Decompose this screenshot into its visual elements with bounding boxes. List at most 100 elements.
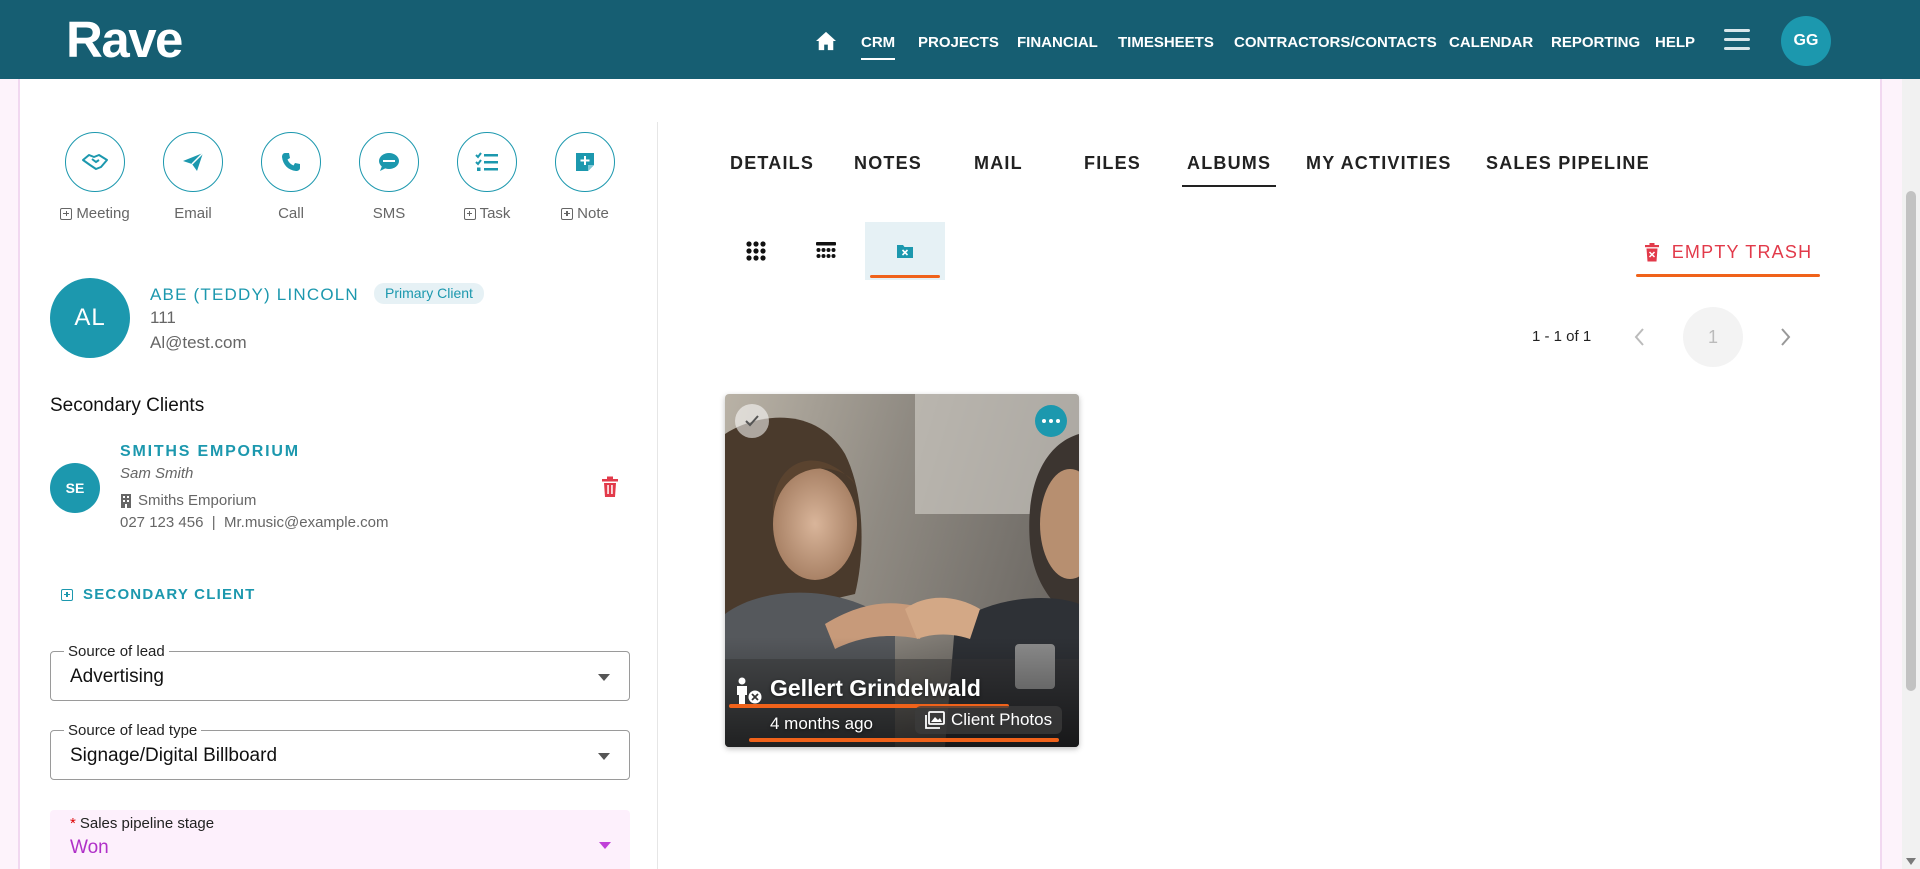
add-secondary-client-button[interactable]: SECONDARY CLIENT — [61, 586, 256, 603]
nav-projects[interactable]: PROJECTS — [918, 34, 999, 51]
album-tag-label: Client Photos — [951, 710, 1053, 729]
primary-client-badge: Primary Client — [374, 283, 484, 304]
nav-help[interactable]: HELP — [1655, 34, 1695, 51]
delete-secondary-client-icon[interactable] — [600, 476, 620, 498]
empty-trash-button[interactable]: EMPTY TRASH — [1636, 227, 1820, 277]
nav-contractors-contacts[interactable]: CONTRACTORS/CONTACTS — [1234, 34, 1437, 51]
sales-pipeline-stage-select[interactable]: * Sales pipeline stage Won — [50, 810, 630, 869]
chevron-left-icon[interactable] — [1630, 325, 1650, 349]
primary-client-phone: 111 — [150, 308, 176, 327]
tab-sales-pipeline[interactable]: SALES PIPELINE — [1486, 153, 1650, 174]
person-removed-icon — [737, 677, 762, 704]
sms-bubble-icon — [379, 153, 399, 171]
meeting-button[interactable] — [65, 132, 125, 192]
nav-reporting[interactable]: REPORTING — [1551, 34, 1640, 51]
call-label: Call — [278, 205, 304, 222]
checklist-icon — [475, 152, 498, 171]
meeting-label: Meeting — [76, 205, 130, 222]
tab-notes[interactable]: NOTES — [854, 153, 922, 174]
quick-action-note[interactable]: Note — [535, 132, 635, 222]
checkmark-icon — [745, 415, 759, 427]
hamburger-menu-icon[interactable] — [1724, 29, 1750, 51]
pagination-page[interactable]: 1 — [1683, 307, 1743, 367]
view-toggle-trash[interactable] — [865, 222, 945, 280]
quick-action-call[interactable]: Call — [241, 132, 341, 222]
album-date: 4 months ago — [770, 714, 874, 733]
call-button[interactable] — [261, 132, 321, 192]
source-of-lead-value: Advertising — [70, 666, 164, 687]
sales-pipeline-stage-label: * Sales pipeline stage — [66, 815, 218, 832]
album-card[interactable]: Gellert Grindelwald 4 months ago Client … — [725, 394, 1079, 747]
tab-mail[interactable]: MAIL — [974, 153, 1023, 174]
image-gallery-icon — [925, 711, 945, 729]
source-of-lead-type-label: Source of lead type — [64, 722, 202, 739]
sms-label: SMS — [372, 205, 406, 222]
building-icon — [121, 493, 131, 508]
secondary-client-contact: Sam Smith — [120, 465, 194, 482]
quick-action-sms[interactable]: SMS — [339, 132, 439, 222]
primary-client-name[interactable]: ABE (TEDDY) LINCOLN — [150, 285, 359, 305]
sales-pipeline-stage-label-text: Sales pipeline stage — [79, 815, 215, 832]
nav-timesheets[interactable]: TIMESHEETS — [1118, 34, 1214, 51]
sms-button[interactable] — [359, 132, 419, 192]
plus-square-icon — [561, 207, 574, 220]
scrollbar-thumb[interactable] — [1906, 191, 1916, 691]
grid-large-icon — [746, 241, 766, 261]
tab-my-activities[interactable]: MY ACTIVITIES — [1306, 153, 1452, 174]
secondary-client-name[interactable]: SMITHS EMPORIUM — [120, 443, 300, 461]
phone-icon — [282, 153, 300, 171]
secondary-client-company: Smiths Emporium — [120, 492, 256, 509]
quick-action-meeting[interactable]: Meeting — [45, 132, 145, 222]
select-album-checkbox[interactable] — [735, 404, 769, 438]
task-button[interactable] — [457, 132, 517, 192]
column-divider — [657, 122, 658, 869]
dropdown-caret-icon — [599, 842, 611, 849]
nav-calendar[interactable]: CALENDAR — [1449, 34, 1533, 51]
album-more-options-button[interactable] — [1035, 405, 1067, 437]
required-marker: * — [70, 815, 76, 832]
tab-albums[interactable]: ALBUMS — [1181, 153, 1277, 187]
task-label: Task — [479, 205, 511, 222]
paper-plane-icon — [183, 152, 204, 171]
view-toggle-list[interactable] — [786, 222, 866, 280]
trash-icon — [1644, 242, 1659, 261]
primary-client-avatar: AL — [50, 278, 130, 358]
note-plus-icon — [576, 153, 594, 171]
tab-details[interactable]: DETAILS — [730, 153, 814, 174]
empty-trash-label: EMPTY TRASH — [1671, 241, 1813, 262]
scroll-down-arrow[interactable] — [1906, 858, 1916, 865]
secondary-clients-title: Secondary Clients — [50, 395, 205, 416]
email-button[interactable] — [163, 132, 223, 192]
quick-action-email[interactable]: Email — [143, 132, 243, 222]
secondary-client-avatar: SE — [50, 463, 100, 513]
view-toggle-grid[interactable] — [716, 222, 796, 280]
album-title: Gellert Grindelwald — [770, 675, 981, 701]
page-scrollbar[interactable] — [1902, 79, 1920, 869]
dropdown-caret-icon — [598, 674, 610, 681]
note-button[interactable] — [555, 132, 615, 192]
nav-financial[interactable]: FINANCIAL — [1017, 34, 1098, 51]
source-of-lead-type-value: Signage/Digital Billboard — [70, 745, 278, 766]
source-of-lead-label: Source of lead — [64, 643, 169, 660]
secondary-client-email[interactable]: Mr.music@example.com — [224, 514, 388, 531]
note-label: Note — [577, 205, 609, 222]
quick-action-task[interactable]: Task — [437, 132, 537, 222]
app-logo[interactable]: Rave — [66, 10, 183, 69]
source-of-lead-type-select[interactable]: Source of lead type Signage/Digital Bill… — [50, 722, 630, 780]
trash-folder-icon — [897, 245, 913, 258]
plus-square-icon — [61, 588, 73, 601]
album-tag-chip: Client Photos — [915, 706, 1063, 734]
add-secondary-client-label: SECONDARY CLIENT — [83, 586, 256, 603]
chevron-right-icon[interactable] — [1775, 325, 1795, 349]
plus-square-icon — [463, 207, 476, 220]
tab-files[interactable]: FILES — [1084, 153, 1141, 174]
secondary-client-company-name: Smiths Emporium — [138, 492, 257, 509]
secondary-client-phone-email: 027 123 456 | Mr.music@example.com — [120, 514, 388, 531]
primary-client-email[interactable]: Al@test.com — [150, 333, 247, 353]
user-avatar[interactable]: GG — [1781, 16, 1831, 66]
caption-highlight — [749, 738, 1059, 742]
nav-crm[interactable]: CRM — [861, 34, 896, 60]
source-of-lead-select[interactable]: Source of lead Advertising — [50, 643, 630, 701]
home-icon[interactable] — [815, 31, 837, 51]
top-nav-bar: Rave CRM PROJECTS FINANCIAL TIMESHEETS C… — [0, 0, 1920, 79]
